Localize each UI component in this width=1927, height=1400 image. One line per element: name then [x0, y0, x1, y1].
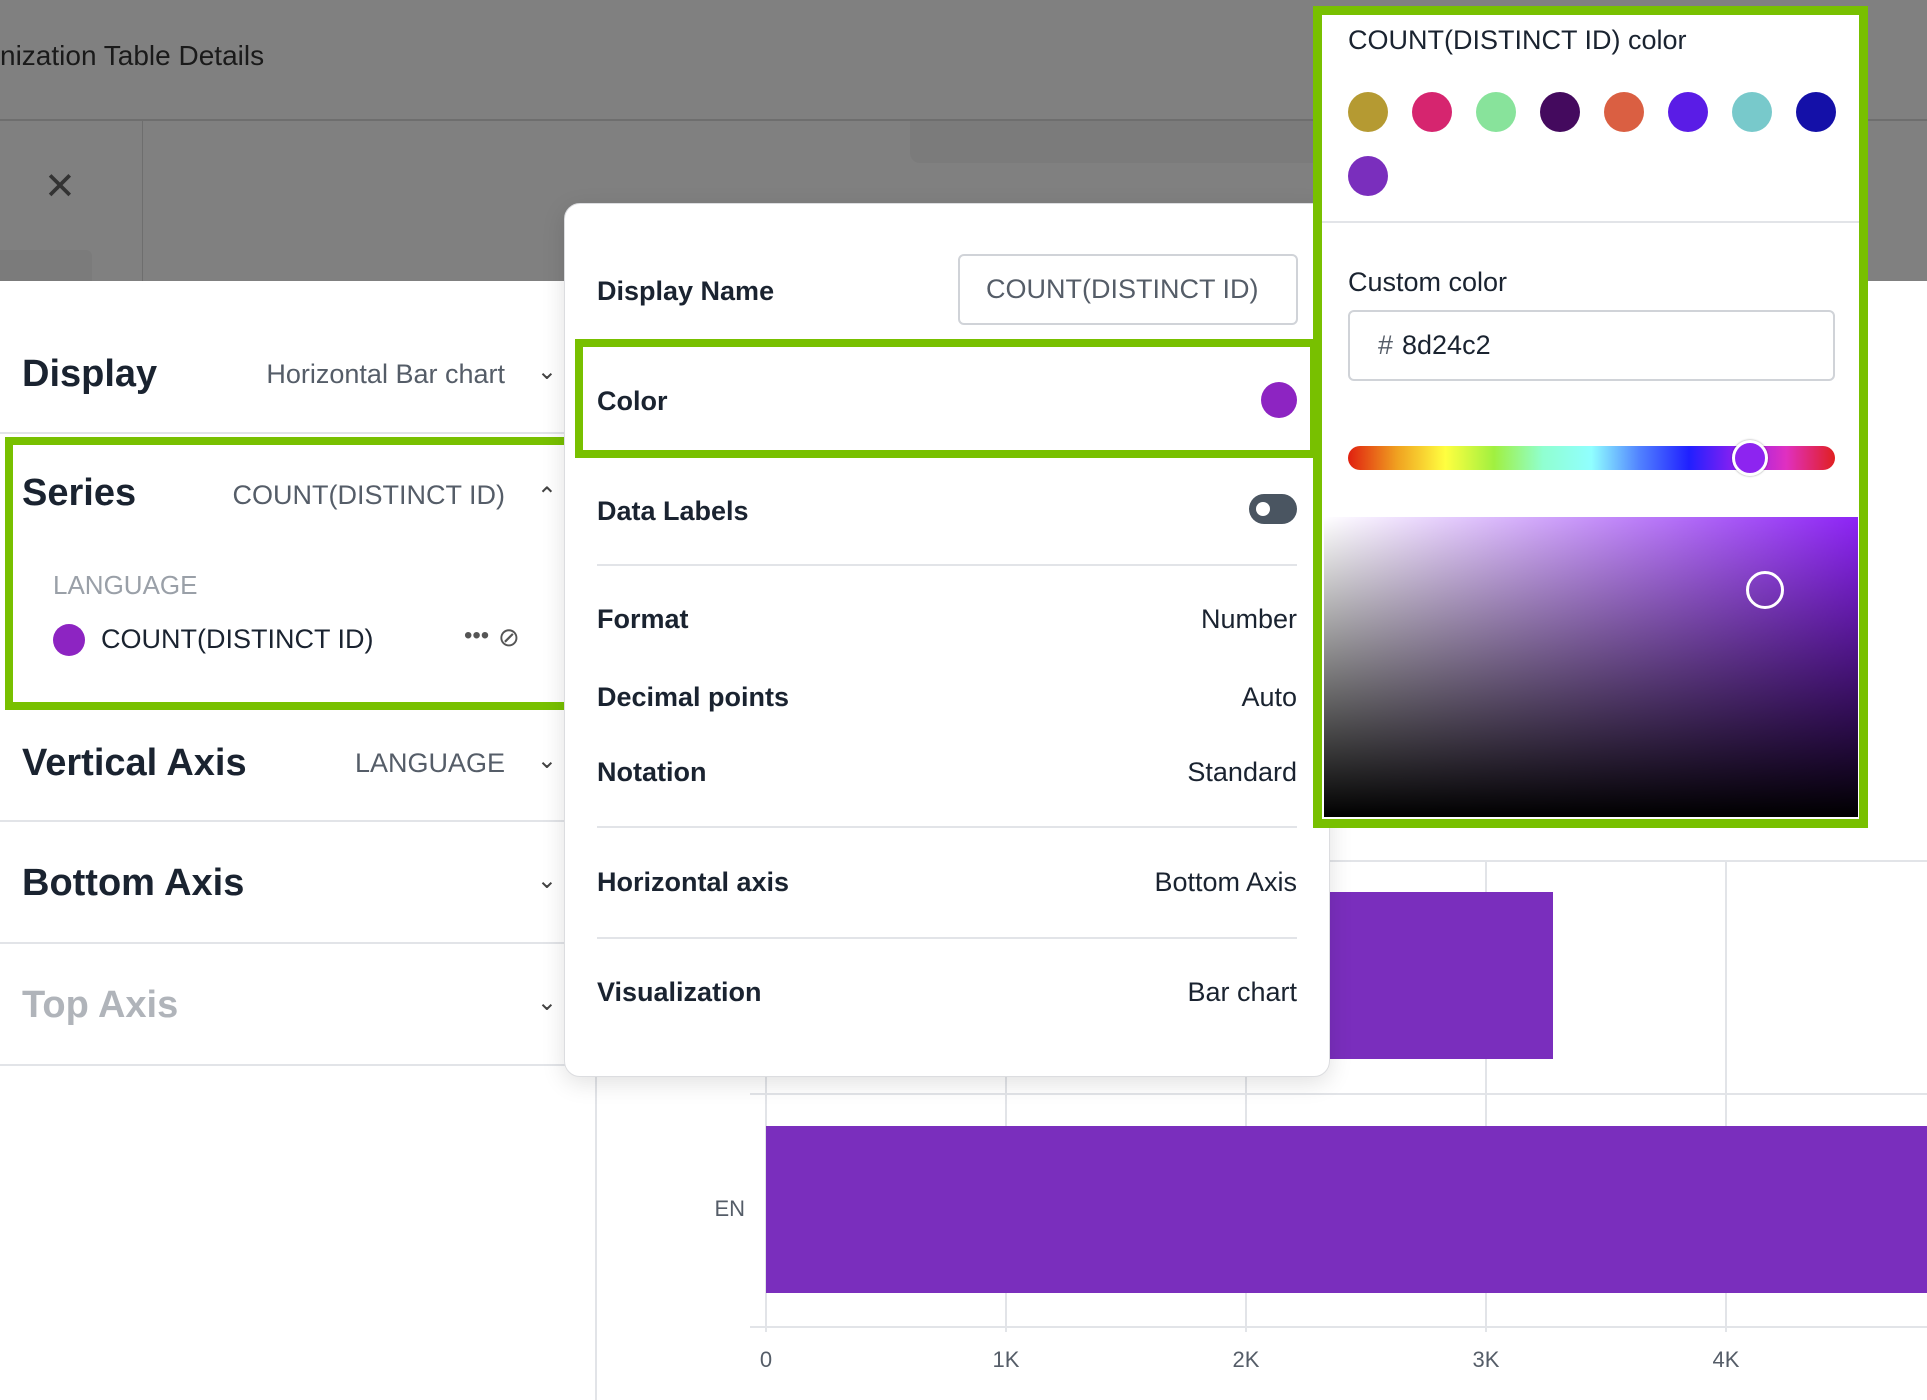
top-axis-heading: Top Axis [22, 984, 179, 1026]
hex-input[interactable]: # 8d24c2 [1348, 310, 1835, 381]
divider [597, 826, 1297, 828]
dimmed-tab [0, 250, 92, 281]
horizontal-axis-value[interactable]: Bottom Axis [1154, 867, 1297, 898]
divider [142, 121, 143, 281]
y-tick-label: EN [714, 1196, 745, 1221]
data-labels-toggle[interactable] [1249, 494, 1297, 524]
bottom-axis-heading: Bottom Axis [22, 862, 245, 904]
x-tick-label: 2K [1232, 1347, 1260, 1372]
hash-prefix: # [1378, 330, 1394, 360]
category-line [750, 1093, 1927, 1095]
color-swatch[interactable] [1668, 92, 1708, 132]
data-labels-label: Data Labels [597, 496, 749, 526]
display-name-input[interactable] [958, 254, 1298, 325]
saturation-area[interactable] [1324, 517, 1858, 817]
series-highlight [5, 437, 573, 710]
category-line [750, 1326, 1927, 1328]
display-heading: Display [22, 353, 158, 395]
top-axis-section[interactable]: Top Axis ⌄ [0, 944, 565, 1066]
color-swatch[interactable] [1348, 92, 1388, 132]
divider [597, 937, 1297, 939]
display-name-label: Display Name [597, 276, 775, 306]
color-swatch[interactable] [1540, 92, 1580, 132]
decimal-points-label: Decimal points [597, 682, 790, 712]
chevron-down-icon[interactable]: ⌄ [537, 988, 557, 1017]
vertical-axis-section[interactable]: Vertical Axis LANGUAGE ⌄ [0, 710, 565, 822]
display-value: Horizontal Bar chart [266, 359, 505, 389]
bottom-axis-section[interactable]: Bottom Axis ⌄ [0, 822, 565, 944]
x-tick-label: 4K [1712, 1347, 1740, 1372]
display-section[interactable]: Display Horizontal Bar chart ⌄ [0, 281, 565, 434]
chevron-down-icon[interactable]: ⌄ [537, 866, 557, 895]
color-picker-title: COUNT(DISTINCT ID) color [1348, 25, 1687, 55]
series-settings-popover: Display Name Color Data Labels Format Nu… [564, 203, 1330, 1077]
chart-left-border [595, 1076, 597, 1400]
x-tick-label: 1K [992, 1347, 1020, 1372]
hue-slider-thumb[interactable] [1732, 440, 1768, 476]
format-label: Format [597, 604, 689, 634]
color-swatch[interactable] [1732, 92, 1772, 132]
hex-value: 8d24c2 [1402, 330, 1491, 360]
bar [766, 1126, 1927, 1293]
page-title: nization Table Details [0, 40, 265, 71]
color-swatch[interactable] [1796, 92, 1836, 132]
vertical-axis-heading: Vertical Axis [22, 742, 247, 784]
saturation-handle[interactable] [1746, 571, 1784, 609]
format-value[interactable]: Number [1201, 604, 1297, 635]
visualization-value[interactable]: Bar chart [1187, 977, 1297, 1008]
notation-value[interactable]: Standard [1187, 757, 1297, 788]
x-tick-label: 3K [1472, 1347, 1500, 1372]
divider [597, 564, 1297, 566]
visualization-label: Visualization [597, 977, 762, 1007]
color-swatch[interactable] [1476, 92, 1516, 132]
divider [1322, 221, 1859, 223]
color-row-highlight [575, 339, 1318, 458]
color-swatch[interactable] [1412, 92, 1452, 132]
custom-color-label: Custom color [1348, 267, 1508, 297]
chevron-down-icon[interactable]: ⌄ [537, 357, 557, 386]
color-swatch[interactable] [1604, 92, 1644, 132]
horizontal-axis-label: Horizontal axis [597, 867, 790, 897]
close-icon[interactable]: ✕ [44, 168, 76, 206]
vertical-axis-value: LANGUAGE [354, 748, 505, 778]
chevron-down-icon[interactable]: ⌄ [537, 746, 557, 775]
dimmed-panel [910, 121, 1330, 163]
x-tick-label: 0 [759, 1347, 773, 1372]
notation-label: Notation [597, 757, 707, 787]
decimal-points-value[interactable]: Auto [1241, 682, 1297, 713]
color-swatch[interactable] [1348, 156, 1388, 196]
